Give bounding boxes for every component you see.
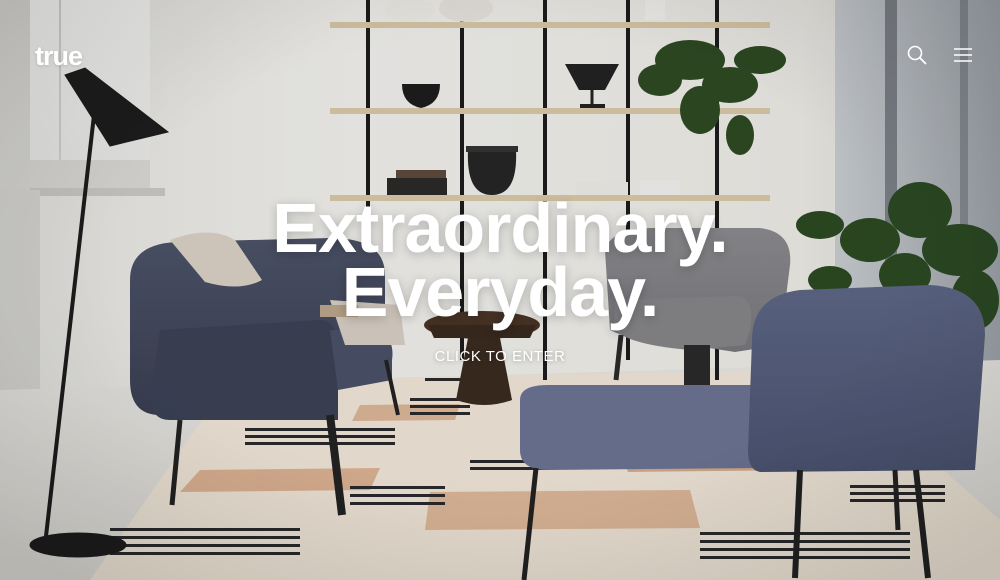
brand-logo[interactable]: true xyxy=(35,41,83,72)
click-to-enter-link[interactable]: CLICK TO ENTER xyxy=(435,348,566,365)
header-actions xyxy=(906,44,974,66)
hamburger-menu-icon[interactable] xyxy=(952,44,974,66)
cta-container: CLICK TO ENTER xyxy=(0,348,1000,366)
hero-headline: Extraordinary. Everyday. xyxy=(0,189,1000,331)
headline-line-1: Extraordinary. xyxy=(272,189,728,267)
search-icon[interactable] xyxy=(906,44,928,66)
hero-section: true Extraordinary. Everyday. CLICK TO E… xyxy=(0,0,1000,580)
headline-line-2: Everyday. xyxy=(341,253,660,331)
